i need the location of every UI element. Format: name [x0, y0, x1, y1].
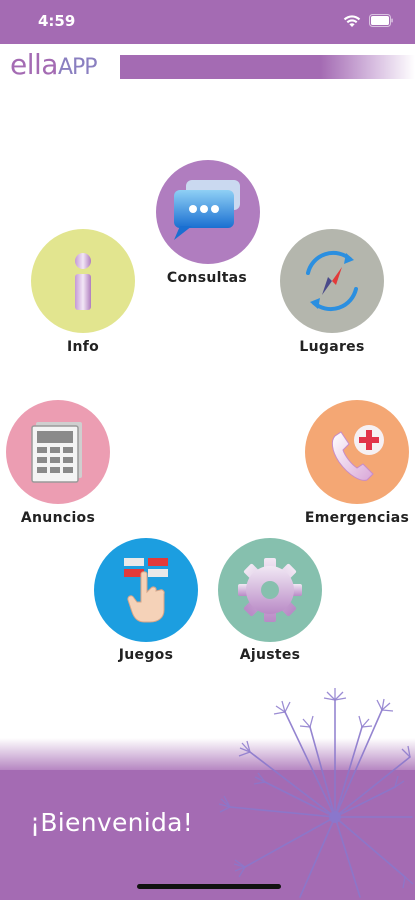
- info-button[interactable]: [31, 229, 135, 333]
- anuncios-label[interactable]: Anuncios: [21, 510, 95, 526]
- emergencias-label[interactable]: Emergencias: [305, 510, 409, 526]
- lugares-button[interactable]: [280, 229, 384, 333]
- home-indicator: [137, 884, 281, 889]
- lugares-label[interactable]: Lugares: [299, 339, 364, 355]
- ajustes-label[interactable]: Ajustes: [240, 647, 301, 663]
- juegos-button[interactable]: [94, 538, 198, 642]
- hand-touch-icon: [94, 538, 198, 642]
- anuncios-button[interactable]: [6, 400, 110, 504]
- consultas-button[interactable]: [156, 160, 260, 264]
- info-label[interactable]: Info: [67, 339, 99, 355]
- info-icon: [31, 229, 135, 333]
- newspaper-icon: [6, 400, 110, 504]
- phone-cross-icon: [305, 400, 409, 504]
- wifi-icon: [343, 15, 361, 27]
- juegos-label[interactable]: Juegos: [119, 647, 173, 663]
- battery-icon: [369, 14, 393, 27]
- logo-ella-text: ella: [10, 48, 58, 81]
- consultas-label[interactable]: Consultas: [167, 270, 247, 286]
- emergencias-button[interactable]: [305, 400, 409, 504]
- welcome-message: ¡Bienvenida!: [30, 808, 194, 837]
- dandelion-decoration-icon: [218, 688, 414, 898]
- status-time: 4:59: [38, 12, 76, 30]
- status-bar: 4:59: [0, 0, 415, 44]
- logo-app-text: APP: [57, 55, 98, 80]
- app-header: ellaAPP: [0, 48, 415, 84]
- chat-bubbles-icon: [156, 160, 260, 264]
- ajustes-button[interactable]: [218, 538, 322, 642]
- header-banner-bar: [120, 55, 415, 79]
- compass-icon: [280, 229, 384, 333]
- gear-icon: [218, 538, 322, 642]
- app-logo: ellaAPP: [10, 48, 98, 84]
